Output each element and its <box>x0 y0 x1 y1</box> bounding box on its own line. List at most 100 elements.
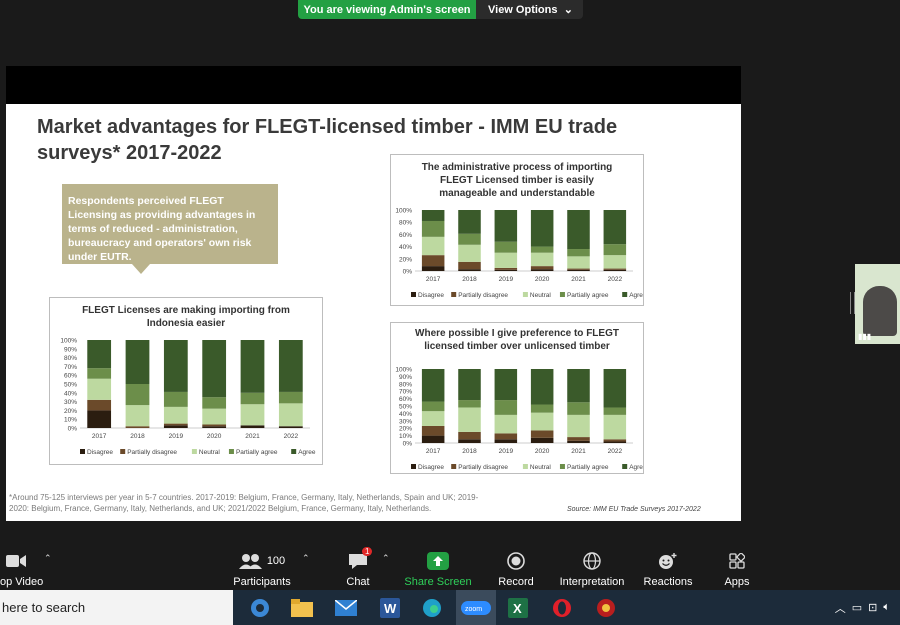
bar-segment <box>240 392 265 405</box>
taskbar-app-mail-icon[interactable] <box>240 590 280 625</box>
excel-icon[interactable]: X <box>498 590 538 625</box>
stop-video-button[interactable]: op Video <box>0 545 50 590</box>
reactions-label: Reactions <box>643 576 693 588</box>
smiley-icon <box>658 549 678 573</box>
legend-label: Neutral <box>530 292 552 299</box>
y-tick-label: 50% <box>399 404 412 411</box>
network-icon[interactable]: ⊡ <box>868 601 877 614</box>
bar-segment <box>87 399 112 411</box>
participant-thumbnail[interactable]: ▮▮▮ <box>855 264 900 344</box>
record-icon <box>507 549 525 573</box>
x-tick-label: 2020 <box>535 276 550 283</box>
y-tick-label: 60% <box>64 373 77 380</box>
bar-segment <box>530 430 554 438</box>
bar-segment <box>567 249 590 257</box>
bar-segment <box>458 369 481 401</box>
x-tick-label: 2019 <box>499 276 514 283</box>
y-tick-label: 60% <box>399 396 412 403</box>
legend-swatch <box>559 464 565 469</box>
bar-segment <box>421 435 445 443</box>
interpretation-button[interactable]: Interpretation <box>556 545 628 590</box>
bar-segment <box>202 408 227 425</box>
video-options-caret[interactable]: ⌃ <box>44 553 52 564</box>
legend-swatch <box>228 449 234 454</box>
windows-taskbar: here to search W zoom X ︿ ▭ ⊡ 🔈︎ <box>0 590 900 625</box>
bar-segment <box>494 252 518 268</box>
video-camera-icon <box>6 549 26 573</box>
bar-segment <box>163 340 188 392</box>
bar-segment <box>494 241 518 253</box>
taskbar-search-input[interactable]: here to search <box>0 590 233 625</box>
participants-options-caret[interactable]: ⌃ <box>302 553 310 564</box>
bar-segment <box>421 369 445 402</box>
bar-segment <box>458 439 481 443</box>
y-tick-label: 20% <box>399 426 412 433</box>
bar-segment <box>567 437 590 441</box>
file-explorer-icon[interactable] <box>282 590 322 625</box>
bar-segment <box>494 269 518 271</box>
apps-icon <box>729 549 745 573</box>
y-tick-label: 10% <box>399 433 412 440</box>
y-tick-label: 40% <box>399 244 412 251</box>
bar-segment <box>125 384 150 406</box>
chevron-up-icon[interactable]: ︿ <box>835 600 846 616</box>
globe-icon <box>583 549 601 573</box>
reactions-button[interactable]: Reactions <box>642 545 694 590</box>
chat-options-caret[interactable]: ⌃ <box>382 553 390 564</box>
bar-segment <box>202 340 227 398</box>
bar-segment <box>458 431 481 440</box>
word-icon[interactable]: W <box>370 590 410 625</box>
bar-segment <box>163 391 188 407</box>
svg-text:zoom: zoom <box>465 606 482 613</box>
y-tick-label: 30% <box>399 418 412 425</box>
y-tick-label: 100% <box>395 367 412 374</box>
participants-label: Participants <box>233 576 291 588</box>
apps-label: Apps <box>724 576 750 588</box>
outlook-mail-icon[interactable] <box>326 590 366 625</box>
y-tick-label: 100% <box>395 208 412 215</box>
share-screen-label: Share Screen <box>404 576 472 588</box>
footnote-line1: *Around 75-125 interviews per year in 5-… <box>9 493 479 502</box>
bar-segment <box>163 423 188 426</box>
chart-admin-process-svg: 0% 20% 40% 60% 80% 100% 2017 2018 2019 2020 2021 20… <box>395 208 643 300</box>
bar-segment <box>567 402 590 415</box>
bar-segment <box>567 210 590 250</box>
participants-count: 100 <box>266 555 286 567</box>
participants-button[interactable]: 100 Participants <box>228 545 296 590</box>
signal-bars-icon: ▮▮▮ <box>858 332 872 341</box>
bar-segment <box>530 252 554 267</box>
apps-button[interactable]: Apps <box>718 545 756 590</box>
game-app-icon[interactable] <box>586 590 626 625</box>
legend-label: Disagree <box>418 464 444 471</box>
x-tick-label: 2018 <box>462 448 477 455</box>
record-button[interactable]: Record <box>494 545 538 590</box>
y-tick-label: 0% <box>403 269 413 276</box>
chart-preference-svg: 0%10%20%30%40%50%60%70%80%90%100% 2017 201… <box>395 367 643 472</box>
legend-label: Partially agree <box>567 464 609 471</box>
share-screen-button[interactable]: Share Screen <box>404 545 472 590</box>
bar-segment <box>421 401 445 412</box>
bar-segment <box>240 404 265 426</box>
x-tick-label: 2020 <box>535 448 550 455</box>
chart-title: Where possible I give preference to FLEG… <box>415 328 619 352</box>
zoom-app-icon[interactable]: zoom <box>456 590 496 625</box>
bar-segment <box>603 439 627 442</box>
bar-segment <box>458 233 481 245</box>
participant-video <box>863 286 897 336</box>
chart-title: The administrative process of importing … <box>421 162 613 199</box>
legend-swatch <box>291 449 297 454</box>
opera-browser-icon[interactable] <box>542 590 582 625</box>
bar-segment <box>421 255 445 267</box>
y-tick-label: 70% <box>64 364 77 371</box>
chat-button[interactable]: 1 Chat <box>338 545 378 590</box>
chart-indonesia: FLEGT Licenses are making importing from… <box>49 297 323 465</box>
edge-browser-icon[interactable] <box>412 590 452 625</box>
bar-segment <box>163 425 188 428</box>
view-options-button[interactable]: View Options ⌄ <box>476 0 583 19</box>
participants-icon-wrap: 100 <box>238 549 286 573</box>
y-tick-label: 80% <box>64 355 77 362</box>
display-icon[interactable]: ▭ <box>852 601 862 614</box>
volume-icon[interactable]: 🔈︎ <box>883 601 890 614</box>
bar-segment <box>278 403 303 427</box>
y-tick-label: 80% <box>399 381 412 388</box>
